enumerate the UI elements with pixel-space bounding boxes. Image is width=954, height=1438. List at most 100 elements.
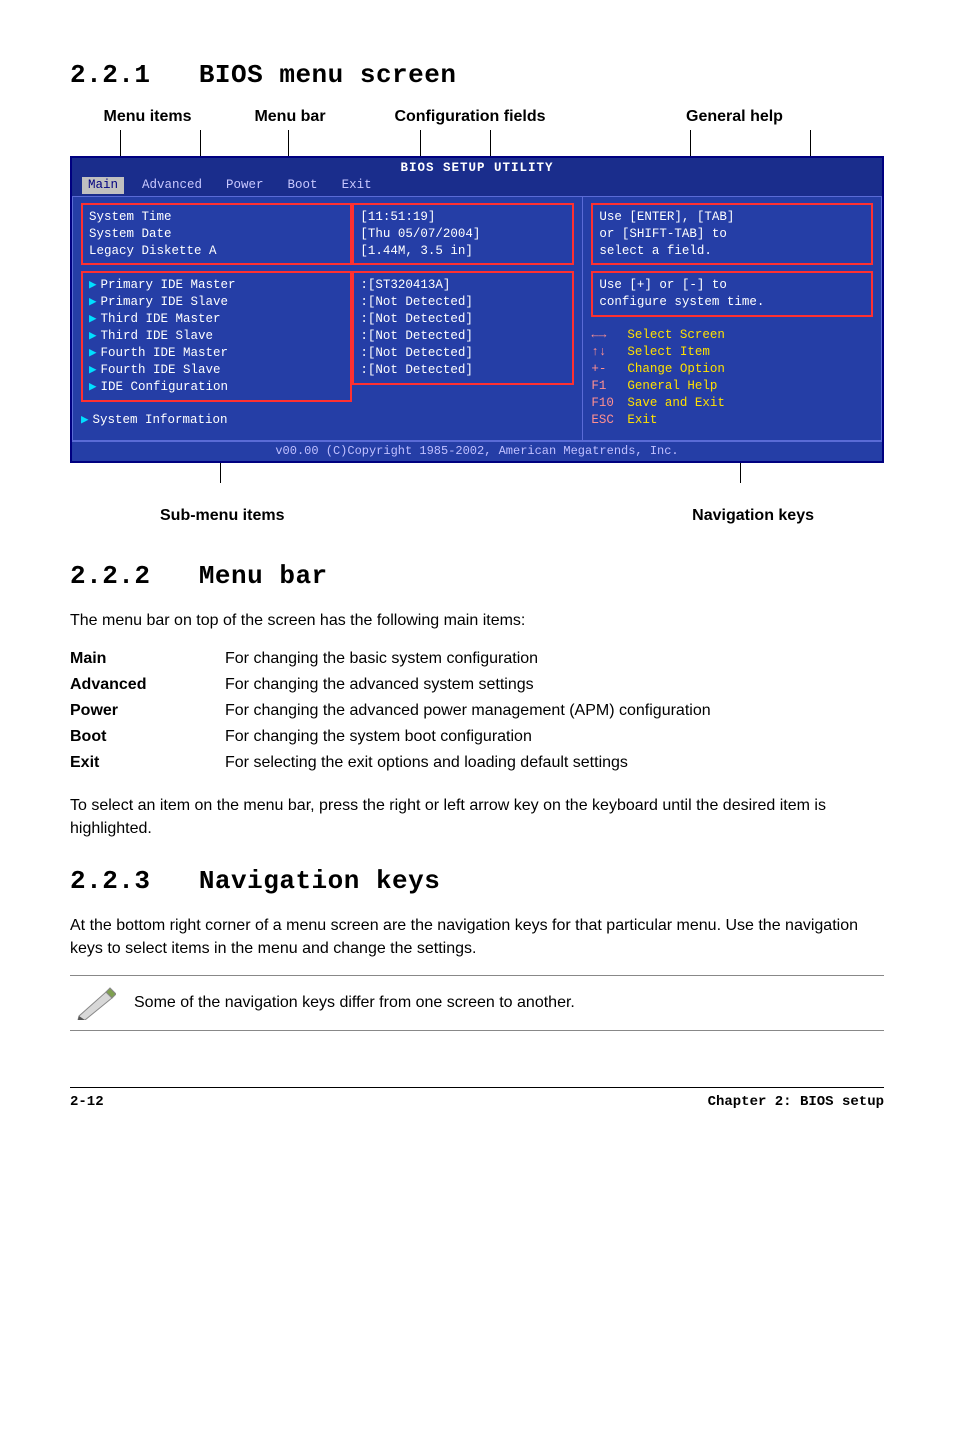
term-boot: Boot [70, 724, 225, 750]
item-fourth-slave[interactable]: ▶Fourth IDE Slave [89, 362, 344, 379]
bios-body: System Time System Date Legacy Diskette … [72, 196, 882, 442]
nav-key-arrows-ud: ↑↓ [591, 344, 627, 361]
table-row: MainFor changing the basic system config… [70, 646, 711, 672]
desc-exit: For selecting the exit options and loadi… [225, 750, 711, 776]
bios-nav-keys: ←→Select Screen ↑↓Select Item +-Change O… [591, 327, 873, 428]
submenu-marker-icon: ▶ [89, 329, 97, 343]
bios-values-ide: :[ST320413A] :[Not Detected] :[Not Detec… [352, 271, 574, 384]
pencil-icon [76, 986, 116, 1020]
bios-tab-power[interactable]: Power [214, 177, 276, 194]
submenu-marker-icon: ▶ [81, 413, 89, 427]
submenu-marker-icon: ▶ [89, 295, 97, 309]
item-legacy-diskette[interactable]: Legacy Diskette A [89, 243, 344, 260]
bios-menubar: Main Advanced Power Boot Exit [72, 177, 882, 196]
bios-help-block-2: Use [+] or [-] to configure system time. [591, 271, 873, 317]
item-third-master[interactable]: ▶Third IDE Master [89, 311, 344, 328]
bios-values-system: [11:51:19] [Thu 05/07/2004] [1.44M, 3.5 … [352, 203, 574, 266]
table-row: BootFor changing the system boot configu… [70, 724, 711, 750]
page-number: 2-12 [70, 1094, 104, 1110]
nav-action: Select Screen [627, 328, 725, 342]
section-num: 2.2.2 [70, 561, 151, 591]
nav-action: Change Option [627, 362, 725, 376]
submenu-marker-icon: ▶ [89, 363, 97, 377]
item-third-slave[interactable]: ▶Third IDE Slave [89, 328, 344, 345]
bottom-annotations: Sub-menu items Navigation keys [70, 507, 884, 525]
section-num: 2.2.3 [70, 866, 151, 896]
submenu-marker-icon: ▶ [89, 278, 97, 292]
submenu-marker-icon: ▶ [89, 312, 97, 326]
annot-connector-lines [70, 130, 884, 156]
menu-definitions-table: MainFor changing the basic system config… [70, 646, 711, 776]
bios-right-pane: Use [ENTER], [TAB] or [SHIFT-TAB] to sel… [582, 196, 882, 442]
bios-tab-advanced[interactable]: Advanced [130, 177, 214, 194]
bios-group-ide: ▶Primary IDE Master ▶Primary IDE Slave ▶… [81, 271, 352, 401]
table-row: PowerFor changing the advanced power man… [70, 698, 711, 724]
navkeys-text: At the bottom right corner of a menu scr… [70, 914, 884, 960]
item-primary-slave[interactable]: ▶Primary IDE Slave [89, 294, 344, 311]
item-system-info[interactable]: ▶System Information [81, 412, 352, 429]
section-name: BIOS menu screen [199, 60, 457, 90]
term-power: Power [70, 698, 225, 724]
chapter-label: Chapter 2: BIOS setup [708, 1094, 884, 1110]
value-ts: :[Not Detected] [360, 328, 566, 345]
nav-action: Save and Exit [627, 396, 725, 410]
note-text: Some of the navigation keys differ from … [134, 994, 575, 1012]
value-fm: :[Not Detected] [360, 345, 566, 362]
item-system-date[interactable]: System Date [89, 226, 344, 243]
bios-item-labels: System Time System Date Legacy Diskette … [81, 203, 352, 429]
nav-action: Select Item [627, 345, 710, 359]
section-2-2-2-title: 2.2.2 Menu bar [70, 561, 884, 591]
nav-key-esc: ESC [591, 412, 627, 429]
annot-menu-items: Menu items [70, 108, 225, 126]
bios-item-values: [11:51:19] [Thu 05/07/2004] [1.44M, 3.5 … [352, 203, 574, 429]
item-fourth-master[interactable]: ▶Fourth IDE Master [89, 345, 344, 362]
annot-sub-menu: Sub-menu items [160, 507, 284, 525]
nav-action: General Help [627, 379, 717, 393]
value-diskette: [1.44M, 3.5 in] [360, 243, 566, 260]
value-pm: :[ST320413A] [360, 277, 566, 294]
item-system-time[interactable]: System Time [89, 209, 344, 226]
bios-left-pane: System Time System Date Legacy Diskette … [72, 196, 582, 442]
help-line: select a field. [599, 243, 865, 260]
note-box: Some of the navigation keys differ from … [70, 975, 884, 1031]
top-annotations: Menu items Menu bar Configuration fields… [70, 108, 884, 126]
nav-action: Exit [627, 413, 657, 427]
item-ide-config[interactable]: ▶IDE Configuration [89, 379, 344, 396]
menubar-intro-text: The menu bar on top of the screen has th… [70, 609, 884, 632]
help-line: configure system time. [599, 294, 865, 311]
value-ps: :[Not Detected] [360, 294, 566, 311]
bios-tab-exit[interactable]: Exit [330, 177, 384, 194]
bios-group-system: System Time System Date Legacy Diskette … [81, 203, 352, 266]
annot-menu-bar: Menu bar [225, 108, 355, 126]
section-name: Menu bar [199, 561, 328, 591]
term-main: Main [70, 646, 225, 672]
desc-main: For changing the basic system configurat… [225, 646, 711, 672]
table-row: ExitFor selecting the exit options and l… [70, 750, 711, 776]
value-tm: :[Not Detected] [360, 311, 566, 328]
bios-tab-boot[interactable]: Boot [276, 177, 330, 194]
help-line: or [SHIFT-TAB] to [599, 226, 865, 243]
section-num: 2.2.1 [70, 60, 151, 90]
submenu-marker-icon: ▶ [89, 346, 97, 360]
annot-nav-keys: Navigation keys [692, 507, 814, 525]
bios-tab-main[interactable]: Main [82, 177, 124, 194]
help-line: Use [ENTER], [TAB] [599, 209, 865, 226]
section-2-2-1-title: 2.2.1 BIOS menu screen [70, 60, 884, 90]
annot-general-help: General help [585, 108, 884, 126]
bios-title: BIOS SETUP UTILITY [72, 158, 882, 177]
nav-key-arrows-lr: ←→ [591, 327, 627, 344]
term-advanced: Advanced [70, 672, 225, 698]
bottom-connector-lines [70, 463, 884, 483]
section-name: Navigation keys [199, 866, 441, 896]
value-fs: :[Not Detected] [360, 362, 566, 379]
nav-key-f10: F10 [591, 395, 627, 412]
help-line: Use [+] or [-] to [599, 277, 865, 294]
section-2-2-3-title: 2.2.3 Navigation keys [70, 866, 884, 896]
nav-key-plusminus: +- [591, 361, 627, 378]
submenu-marker-icon: ▶ [89, 380, 97, 394]
item-primary-master[interactable]: ▶Primary IDE Master [89, 277, 344, 294]
desc-boot: For changing the system boot configurati… [225, 724, 711, 750]
bios-copyright: v00.00 (C)Copyright 1985-2002, American … [72, 441, 882, 460]
annot-config-fields: Configuration fields [355, 108, 585, 126]
bios-screenshot: BIOS SETUP UTILITY Main Advanced Power B… [70, 156, 884, 463]
